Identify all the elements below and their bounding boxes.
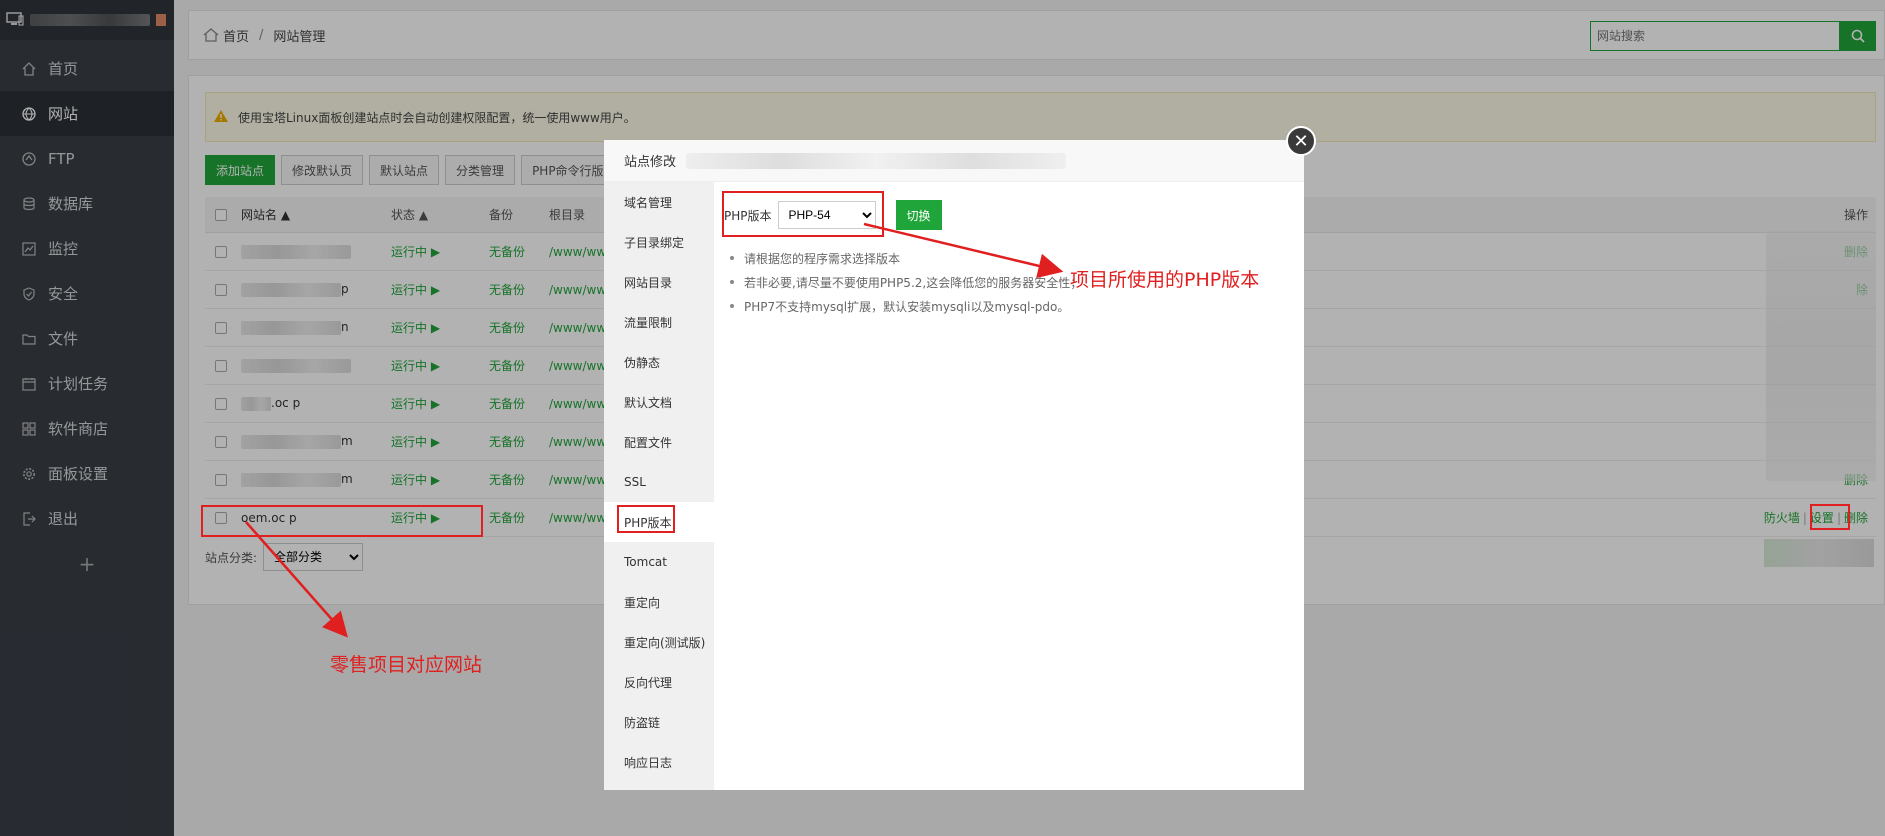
close-icon[interactable]: ✕ bbox=[1286, 126, 1316, 156]
annotation-box-php-select bbox=[722, 191, 884, 237]
menu-redirect-beta[interactable]: 重定向(测试版) bbox=[604, 622, 714, 662]
menu-tomcat[interactable]: Tomcat bbox=[604, 542, 714, 582]
menu-response-log[interactable]: 响应日志 bbox=[604, 742, 714, 782]
annotation-php-version: 项目所使用的PHP版本 bbox=[1070, 269, 1260, 291]
switch-button[interactable]: 切换 bbox=[895, 200, 942, 230]
annotation-site: 零售项目对应网站 bbox=[330, 654, 483, 676]
menu-default-doc[interactable]: 默认文档 bbox=[604, 382, 714, 422]
menu-hotlink[interactable]: 防盗链 bbox=[604, 702, 714, 742]
tip-item: PHP7不支持mysql扩展，默认安装mysqli以及mysql-pdo。 bbox=[724, 294, 1294, 318]
annotation-box-php-menu bbox=[617, 505, 675, 533]
annotation-box-site-row bbox=[201, 505, 483, 537]
menu-site-dir[interactable]: 网站目录 bbox=[604, 262, 714, 302]
menu-ssl[interactable]: SSL bbox=[604, 462, 714, 502]
menu-traffic-limit[interactable]: 流量限制 bbox=[604, 302, 714, 342]
menu-config-file[interactable]: 配置文件 bbox=[604, 422, 714, 462]
modal-menu: 域名管理 子目录绑定 网站目录 流量限制 伪静态 默认文档 配置文件 SSL P… bbox=[604, 182, 714, 790]
menu-redirect[interactable]: 重定向 bbox=[604, 582, 714, 622]
modal-header: 站点修改 bbox=[604, 140, 1304, 182]
menu-domain[interactable]: 域名管理 bbox=[604, 182, 714, 222]
menu-rewrite[interactable]: 伪静态 bbox=[604, 342, 714, 382]
site-edit-modal: 站点修改 域名管理 子目录绑定 网站目录 流量限制 伪静态 默认文档 配置文件 … bbox=[604, 140, 1304, 790]
modal-title: 站点修改 bbox=[624, 155, 677, 170]
menu-subdir-bind[interactable]: 子目录绑定 bbox=[604, 222, 714, 262]
menu-reverse-proxy[interactable]: 反向代理 bbox=[604, 662, 714, 702]
annotation-box-settings bbox=[1810, 504, 1850, 530]
blurred-site-domain bbox=[686, 152, 1067, 169]
